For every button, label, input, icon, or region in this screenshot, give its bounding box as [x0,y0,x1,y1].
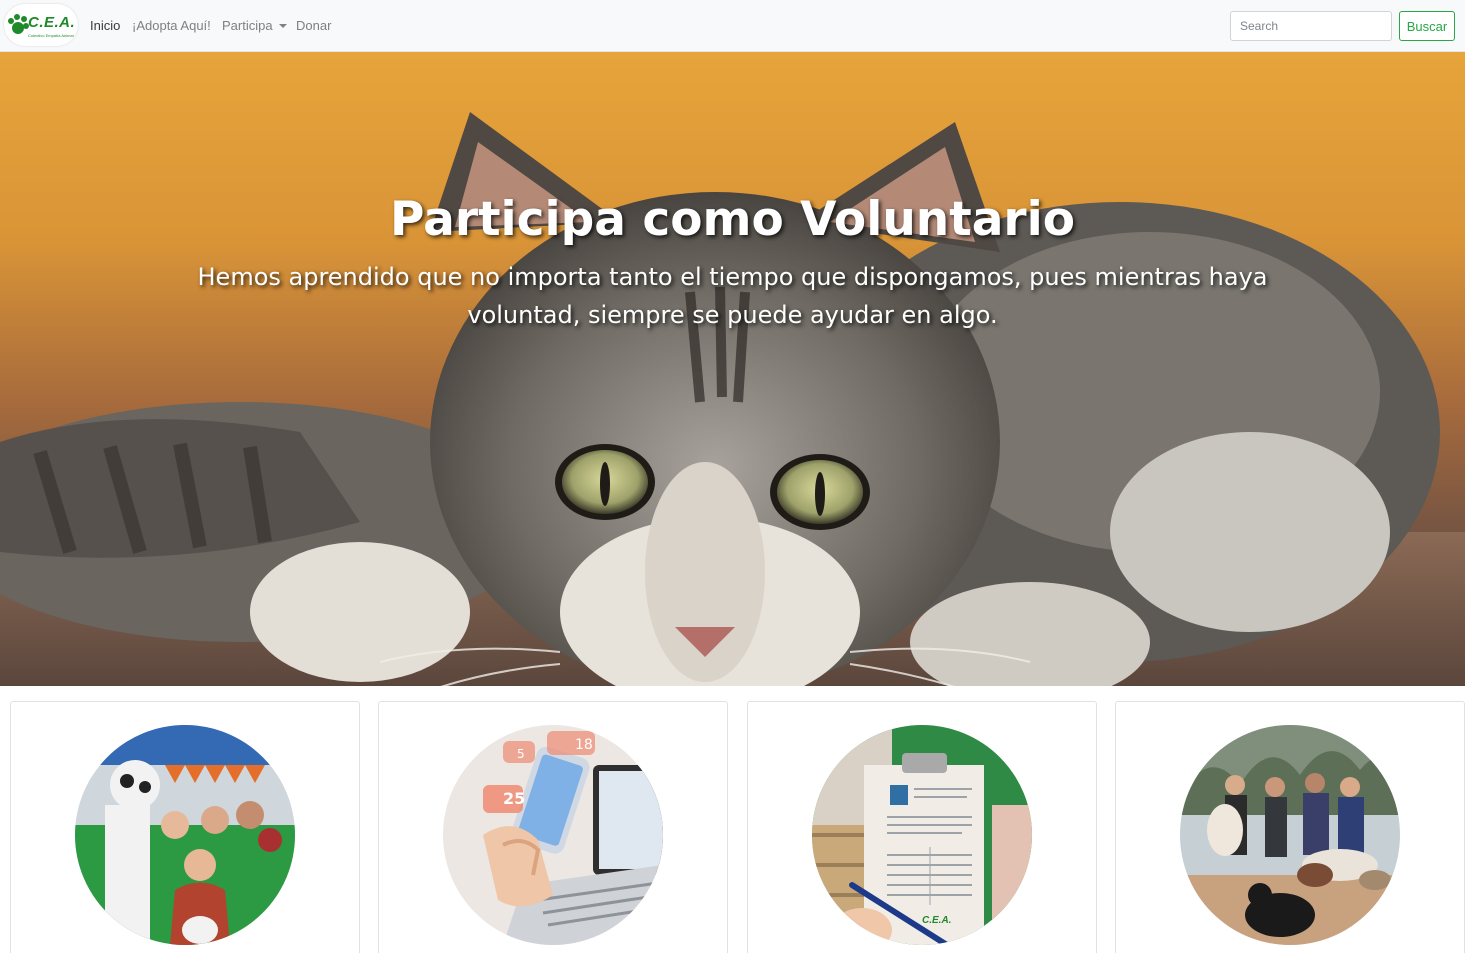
hero-subtitle: Hemos aprendido que no importa tanto el … [197,263,1268,329]
volunteer-card-1 [10,701,360,953]
like-badge-25: 25 [503,789,525,808]
navbar: C.E.A. Colectivo Empatía Animal Inicio ¡… [0,0,1465,52]
volunteers-group-image [75,725,295,945]
nav-link-donar[interactable]: Donar [296,18,331,33]
dog-walk-photo [1180,725,1400,945]
paw-logo-icon [8,14,29,34]
hero-title: Participa como Voluntario [389,192,1075,247]
clipboard-logo-text: C.E.A. [922,915,951,926]
volunteer-card-4 [1115,701,1465,953]
search-input[interactable] [1230,11,1392,41]
brand-subtitle: Colectivo Empatía Animal [28,33,74,38]
caret-down-icon [278,24,287,28]
brand-text: C.E.A. [28,14,76,31]
hero-banner: Participa como Voluntario Hemos aprendid… [0,52,1465,686]
social-media-phone-photo: 25 5 18 [443,725,663,945]
dog-walk-image [1180,725,1400,945]
cat-hero-image [0,112,1465,686]
like-badge-5: 5 [517,747,525,761]
volunteer-card-2: 25 5 18 [378,701,728,953]
nav-dropdown-participa-label: Participa [222,18,273,33]
clipboard-form-image: C.E.A. [812,725,1032,945]
volunteers-group-photo [75,725,295,945]
clipboard-form-photo: C.E.A. [812,725,1032,945]
social-media-image: 25 5 18 [443,725,663,945]
nav-link-adopta[interactable]: ¡Adopta Aquí! [132,18,211,33]
follower-badge-18: 18 [575,737,593,753]
volunteer-card-3: C.E.A. [747,701,1097,953]
brand-logo[interactable]: C.E.A. Colectivo Empatía Animal [4,4,78,46]
nav-link-inicio[interactable]: Inicio [90,18,120,33]
nav-dropdown-participa[interactable]: Participa [222,18,287,33]
search-button[interactable]: Buscar [1399,11,1455,41]
